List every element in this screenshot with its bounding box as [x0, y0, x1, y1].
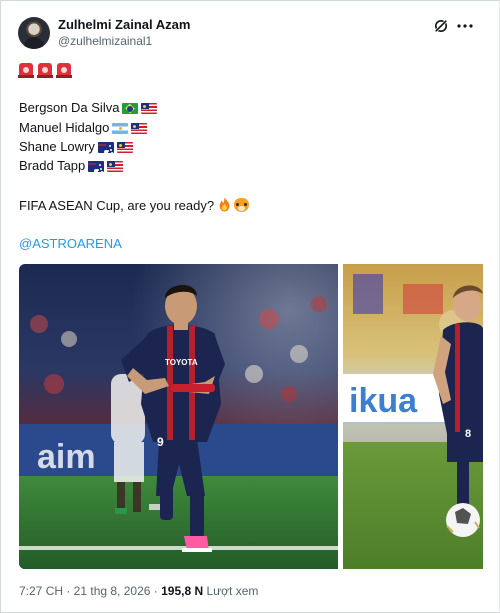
player-line: Manuel Hidalgo	[19, 120, 148, 136]
photo-1-image: aim TOYOTA 9	[19, 264, 338, 569]
flag-australia-icon	[97, 142, 114, 153]
player-name: Shane Lowry	[19, 139, 95, 154]
board-text: aim	[37, 438, 96, 476]
media-photo-2[interactable]: ikua 8	[343, 264, 483, 569]
player-line: Bergson Da Silva	[19, 100, 158, 116]
views-count: 195,8 N	[161, 584, 204, 598]
player-name: Bergson Da Silva	[19, 100, 120, 115]
board-text: ikua	[349, 382, 418, 420]
siren-icon	[56, 63, 72, 78]
question-text: FIFA ASEAN Cup, are you ready?	[19, 198, 215, 213]
jersey-number: 9	[157, 435, 164, 449]
siren-icon	[18, 63, 34, 78]
player-line: Bradd Tapp	[19, 158, 124, 174]
question-line: FIFA ASEAN Cup, are you ready?	[19, 197, 250, 214]
flag-malaysia-icon	[116, 142, 133, 153]
player-line: Shane Lowry	[19, 139, 133, 155]
flag-australia-icon	[88, 161, 105, 172]
flag-malaysia-icon	[131, 123, 148, 134]
player-name: Bradd Tapp	[19, 158, 86, 173]
more-icon[interactable]	[456, 18, 474, 34]
flag-brazil-icon	[122, 103, 139, 114]
author-name[interactable]: Zulhelmi Zainal Azam	[58, 16, 190, 33]
mention-link[interactable]: @ASTROARENA	[19, 236, 122, 252]
jersey-sponsor: TOYOTA	[165, 358, 198, 367]
flag-malaysia-icon	[107, 161, 124, 172]
flag-argentina-icon	[112, 123, 129, 134]
tweet-card: Zulhelmi Zainal Azam @zulhelmizainal1 Be…	[0, 0, 500, 613]
fire-icon	[219, 197, 230, 212]
siren-emoji-row	[18, 63, 76, 78]
jersey-number: 8	[465, 428, 471, 440]
tiger-face-icon	[234, 198, 250, 212]
views-label: Lượt xem	[203, 584, 259, 598]
media-photo-1[interactable]: aim TOYOTA 9	[19, 264, 338, 569]
photo-2-image: ikua 8	[343, 264, 483, 569]
player-name: Manuel Hidalgo	[19, 120, 110, 135]
grok-icon[interactable]	[433, 18, 449, 34]
avatar[interactable]	[18, 17, 50, 49]
flag-malaysia-icon	[141, 103, 158, 114]
tweet-meta: 7:27 CH · 21 thg 8, 2026 · 195,8 N Lượt …	[19, 584, 258, 599]
siren-icon	[37, 63, 53, 78]
author-handle[interactable]: @zulhelmizainal1	[58, 34, 152, 49]
timestamp[interactable]: 7:27 CH · 21 thg 8, 2026 ·	[19, 584, 161, 598]
